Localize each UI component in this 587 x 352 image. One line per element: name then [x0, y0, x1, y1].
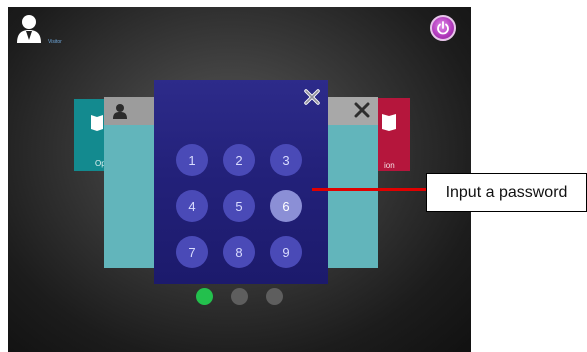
user-avatar-icon[interactable]	[16, 14, 42, 44]
callout-label: Input a password	[426, 173, 587, 212]
right-app-card-label: ion	[384, 161, 395, 170]
close-icon[interactable]	[354, 102, 370, 118]
keypad-key-4[interactable]: 4	[176, 190, 208, 222]
password-keypad-dialog: 1 2 3 4 5 6 7 8 9	[154, 80, 328, 284]
keypad-key-7[interactable]: 7	[176, 236, 208, 268]
user-icon	[113, 104, 127, 119]
book-icon	[382, 114, 396, 131]
page-indicator-dot-3[interactable]	[266, 288, 283, 305]
power-icon	[437, 21, 449, 35]
keypad-key-5[interactable]: 5	[223, 190, 255, 222]
keypad-key-8[interactable]: 8	[223, 236, 255, 268]
close-icon[interactable]	[303, 88, 321, 106]
keypad-key-6[interactable]: 6	[270, 190, 302, 222]
keypad-key-1[interactable]: 1	[176, 144, 208, 176]
book-icon	[91, 115, 103, 131]
keypad-key-2[interactable]: 2	[223, 144, 255, 176]
keypad-key-9[interactable]: 9	[270, 236, 302, 268]
power-button[interactable]	[430, 15, 456, 41]
background-login-header	[104, 97, 160, 125]
keypad-key-3[interactable]: 3	[270, 144, 302, 176]
page-indicator-dot-1[interactable]	[196, 288, 213, 305]
kiosk-screen: Visitor Op ion 1 2 3 4 5 6 7 8 9	[8, 7, 471, 352]
page-indicator-dot-2[interactable]	[231, 288, 248, 305]
user-name: Visitor	[48, 39, 62, 45]
callout-pointer-line	[312, 188, 426, 191]
